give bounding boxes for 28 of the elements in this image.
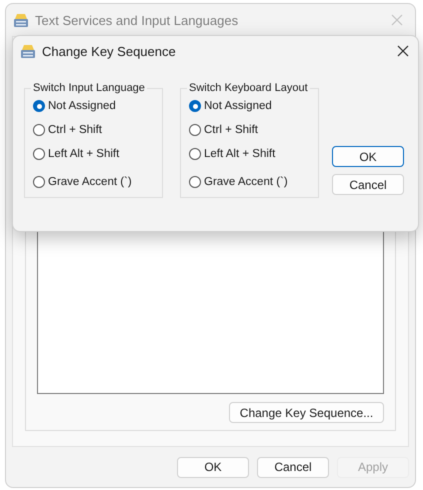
radio-label[interactable]: Not Assigned (48, 100, 116, 112)
dialog-title: Change Key Sequence (42, 44, 177, 58)
radio-button[interactable] (33, 100, 45, 112)
group-title: Switch Input Language (32, 82, 146, 94)
radio-label[interactable]: Grave Accent (`) (204, 176, 288, 188)
keyboard-icon (20, 43, 36, 59)
radio-button[interactable] (33, 148, 45, 160)
change-key-sequence-button[interactable]: Change Key Sequence... (229, 402, 384, 423)
radio-button[interactable] (33, 124, 45, 136)
dialog-button[interactable]: Cancel (332, 174, 404, 195)
radio-button[interactable] (189, 100, 201, 112)
dialog-button[interactable]: OK (177, 456, 249, 478)
close-icon[interactable] (397, 45, 409, 57)
radio-button[interactable] (189, 176, 201, 188)
dialog-button[interactable]: Cancel (257, 456, 329, 478)
dialog-button[interactable]: OK (332, 146, 404, 167)
radio-button[interactable] (189, 124, 201, 136)
radio-button[interactable] (33, 176, 45, 188)
radio-label[interactable]: Left Alt + Shift (48, 148, 120, 160)
keyboard-icon (13, 12, 29, 28)
radio-label[interactable]: Not Assigned (204, 100, 272, 112)
radio-label[interactable]: Ctrl + Shift (204, 124, 258, 136)
radio-button[interactable] (189, 148, 201, 160)
group-title: Switch Keyboard Layout (188, 82, 309, 94)
window-title: Text Services and Input Languages (35, 12, 240, 28)
radio-label[interactable]: Ctrl + Shift (48, 124, 102, 136)
radio-label[interactable]: Left Alt + Shift (204, 148, 276, 160)
radio-label[interactable]: Grave Accent (`) (48, 176, 132, 188)
